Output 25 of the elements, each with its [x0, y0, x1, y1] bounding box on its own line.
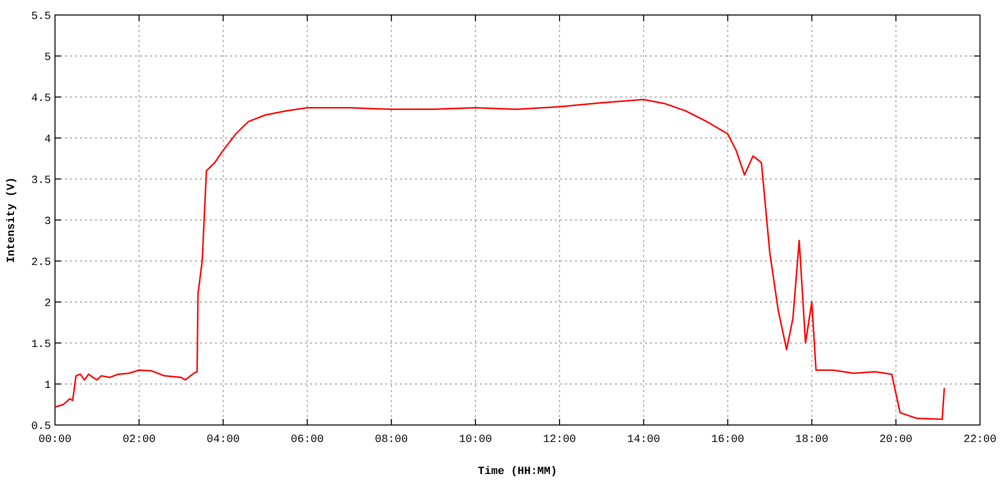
- x-axis-title: Time (HH:MM): [478, 466, 558, 478]
- y-tick-label: 3.5: [31, 175, 51, 187]
- x-tick-label: 20:00: [879, 434, 912, 446]
- y-tick-label: 4: [44, 134, 51, 146]
- x-tick-label: 04:00: [206, 434, 240, 446]
- y-tick-label: 4.5: [31, 93, 51, 105]
- x-tick-label: 18:00: [795, 434, 828, 446]
- x-tick-label: 06:00: [290, 434, 324, 446]
- y-tick-label: 5: [44, 52, 51, 64]
- y-tick-label: 2.5: [31, 257, 51, 269]
- y-tick-label: 5.5: [31, 11, 51, 23]
- y-tick-label: 0.5: [31, 421, 51, 433]
- x-tick-label: 02:00: [122, 434, 156, 446]
- y-tick-label: 2: [44, 298, 51, 310]
- x-tick-label: 10:00: [458, 434, 492, 446]
- x-tick-label: 14:00: [627, 434, 660, 446]
- y-tick-label: 1.5: [31, 339, 51, 351]
- y-tick-label: 3: [44, 216, 51, 228]
- x-tick-label: 22:00: [964, 434, 996, 446]
- y-tick-label: 1: [44, 380, 51, 392]
- x-tick-label: 16:00: [711, 434, 744, 446]
- x-tick-label: 00:00: [38, 434, 72, 446]
- x-tick-label: 12:00: [543, 434, 576, 446]
- x-tick-label: 08:00: [374, 434, 408, 446]
- y-axis-title: Intensity (V): [6, 177, 18, 263]
